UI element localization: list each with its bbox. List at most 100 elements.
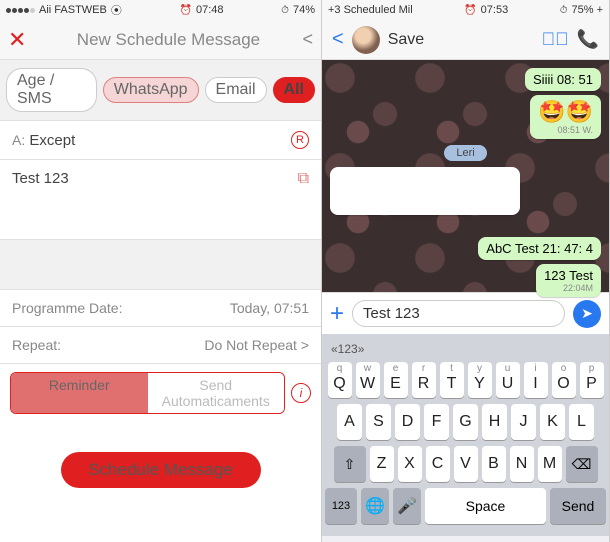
avatar[interactable] xyxy=(352,26,380,54)
key-a[interactable]: A xyxy=(337,404,362,440)
page-title: New Schedule Message xyxy=(34,30,302,50)
numbers-key[interactable]: 123 xyxy=(325,488,357,524)
chat-area[interactable]: Siiii 08: 51 🤩🤩 08:51 W. Leri AbC Test 2… xyxy=(322,60,609,292)
key-l[interactable]: L xyxy=(569,404,594,440)
return-key[interactable]: Send xyxy=(550,488,606,524)
delete-key[interactable]: ⌫ xyxy=(566,446,598,482)
globe-key[interactable]: 🌐 xyxy=(361,488,389,524)
mode-segment-row: Reminder Send Automaticaments i xyxy=(0,364,321,422)
close-icon[interactable]: ✕ xyxy=(8,27,26,53)
schedule-message-button[interactable]: Schedule Message xyxy=(61,452,261,488)
message-out-4[interactable]: 123 Test 22:04M xyxy=(536,264,601,297)
alarm-icon-r: ⏰ xyxy=(464,5,476,16)
keyboard-hint[interactable]: «123» xyxy=(325,340,606,362)
key-c[interactable]: C xyxy=(426,446,450,482)
key-o[interactable]: oO xyxy=(552,362,576,398)
key-w[interactable]: wW xyxy=(356,362,380,398)
carrier-label: Aii FASTWEB xyxy=(39,4,107,16)
key-u[interactable]: uU xyxy=(496,362,520,398)
battery-r: 75% + xyxy=(572,4,604,16)
chip-sms[interactable]: Age / SMS xyxy=(6,68,97,112)
status-time: 07:48 xyxy=(196,4,224,16)
status-title: +3 Scheduled Mil xyxy=(328,4,413,16)
repeat-row[interactable]: Repeat: Do Not Repeat > xyxy=(0,327,321,364)
status-time-r: 07:53 xyxy=(481,4,509,16)
message-in-blank[interactable] xyxy=(330,167,520,215)
send-button[interactable]: ➤ xyxy=(573,300,601,328)
message-out-emoji[interactable]: 🤩🤩 08:51 W. xyxy=(530,95,601,139)
keyboard: «123» qQwWeErRtTyYuUiIoOpP ASDFGHJKL ⇧ Z… xyxy=(322,334,609,536)
message-input-bar: + Test 123 ➤ xyxy=(322,292,609,334)
copy-icon[interactable]: ⧉ xyxy=(298,170,309,188)
star-eyes-emoji: 🤩🤩 xyxy=(538,99,593,124)
key-s[interactable]: S xyxy=(366,404,391,440)
key-e[interactable]: eE xyxy=(384,362,408,398)
key-row-3: ⇧ ZXCVBNM ⌫ xyxy=(325,446,606,482)
programme-date-row[interactable]: Programme Date: Today, 07:51 xyxy=(0,290,321,327)
key-i[interactable]: iI xyxy=(524,362,548,398)
segment-auto[interactable]: Send Automaticaments xyxy=(148,373,285,413)
key-g[interactable]: G xyxy=(453,404,478,440)
chat-nav: < Save ▢⃞ 📞 xyxy=(322,20,609,60)
key-row-4: 123 🌐 🎤 Space Send xyxy=(325,488,606,524)
spacer xyxy=(0,240,321,290)
shift-key[interactable]: ⇧ xyxy=(334,446,366,482)
message-field[interactable]: Test 123 ⧉ xyxy=(0,160,321,240)
key-p[interactable]: pP xyxy=(580,362,604,398)
mic-key[interactable]: 🎤 xyxy=(393,488,421,524)
chip-all[interactable]: All xyxy=(273,77,315,103)
key-r[interactable]: rR xyxy=(412,362,436,398)
segment-reminder[interactable]: Reminder xyxy=(11,373,148,413)
msg-time-4: 22:04M xyxy=(544,283,593,293)
mode-segment[interactable]: Reminder Send Automaticaments xyxy=(10,372,285,414)
key-x[interactable]: X xyxy=(398,446,422,482)
key-row-2: ASDFGHJKL xyxy=(325,404,606,440)
battery-text: 74% xyxy=(293,4,315,16)
msg-time: 08:51 W. xyxy=(538,125,593,135)
message-text: Test 123 xyxy=(12,170,69,187)
message-out-1[interactable]: Siiii 08: 51 xyxy=(525,68,601,91)
phone-call-icon[interactable]: 📞 xyxy=(577,29,599,50)
wifi-icon: ⦿ xyxy=(111,2,122,18)
back-icon[interactable]: < xyxy=(332,28,344,51)
recipient-label: A: xyxy=(12,132,25,148)
repeat-label: Repeat: xyxy=(12,337,61,353)
alarm-icon: ⏰ xyxy=(180,5,192,16)
recipient-value: Except xyxy=(29,132,75,149)
key-row-1: qQwWeErRtTyYuUiIoOpP xyxy=(325,362,606,398)
key-j[interactable]: J xyxy=(511,404,536,440)
key-v[interactable]: V xyxy=(454,446,478,482)
whatsapp-screen: +3 Scheduled Mil ⏰ 07:53 ⏱ 75% + < Save ▢⃞… xyxy=(322,0,610,542)
clock-icon-r: ⏱ xyxy=(560,5,568,16)
space-key[interactable]: Space xyxy=(425,488,546,524)
registered-icon[interactable]: R xyxy=(291,131,309,149)
key-d[interactable]: D xyxy=(395,404,420,440)
key-k[interactable]: K xyxy=(540,404,565,440)
recipient-field[interactable]: A: Except R xyxy=(0,121,321,160)
contact-name[interactable]: Save xyxy=(388,31,534,49)
key-q[interactable]: qQ xyxy=(328,362,352,398)
chip-email[interactable]: Email xyxy=(205,77,267,103)
attach-icon[interactable]: + xyxy=(330,300,344,328)
status-bar-right: +3 Scheduled Mil ⏰ 07:53 ⏱ 75% + xyxy=(322,0,609,20)
info-icon[interactable]: i xyxy=(291,383,311,403)
programme-date-value: Today, 07:51 xyxy=(230,300,309,316)
key-m[interactable]: M xyxy=(538,446,562,482)
video-call-icon[interactable]: ▢⃞ xyxy=(542,29,569,50)
key-f[interactable]: F xyxy=(424,404,449,440)
key-h[interactable]: H xyxy=(482,404,507,440)
repeat-value: Do Not Repeat > xyxy=(204,337,309,353)
key-n[interactable]: N xyxy=(510,446,534,482)
status-bar: Aii FASTWEB ⦿ ⏰ 07:48 ⏱ 74% xyxy=(0,0,321,20)
message-input[interactable]: Test 123 xyxy=(352,300,565,327)
alarm-icon-2: ⏱ xyxy=(281,5,289,16)
key-z[interactable]: Z xyxy=(370,446,394,482)
key-t[interactable]: tT xyxy=(440,362,464,398)
schedule-message-screen: Aii FASTWEB ⦿ ⏰ 07:48 ⏱ 74% ✕ New Schedu… xyxy=(0,0,322,542)
message-out-3[interactable]: AbC Test 21: 47: 4 xyxy=(478,237,601,260)
back-angle-icon[interactable]: < xyxy=(302,29,313,50)
channel-filters: Age / SMS WhatsApp Email All xyxy=(0,60,321,121)
key-b[interactable]: B xyxy=(482,446,506,482)
key-y[interactable]: yY xyxy=(468,362,492,398)
chip-whatsapp[interactable]: WhatsApp xyxy=(103,77,199,103)
